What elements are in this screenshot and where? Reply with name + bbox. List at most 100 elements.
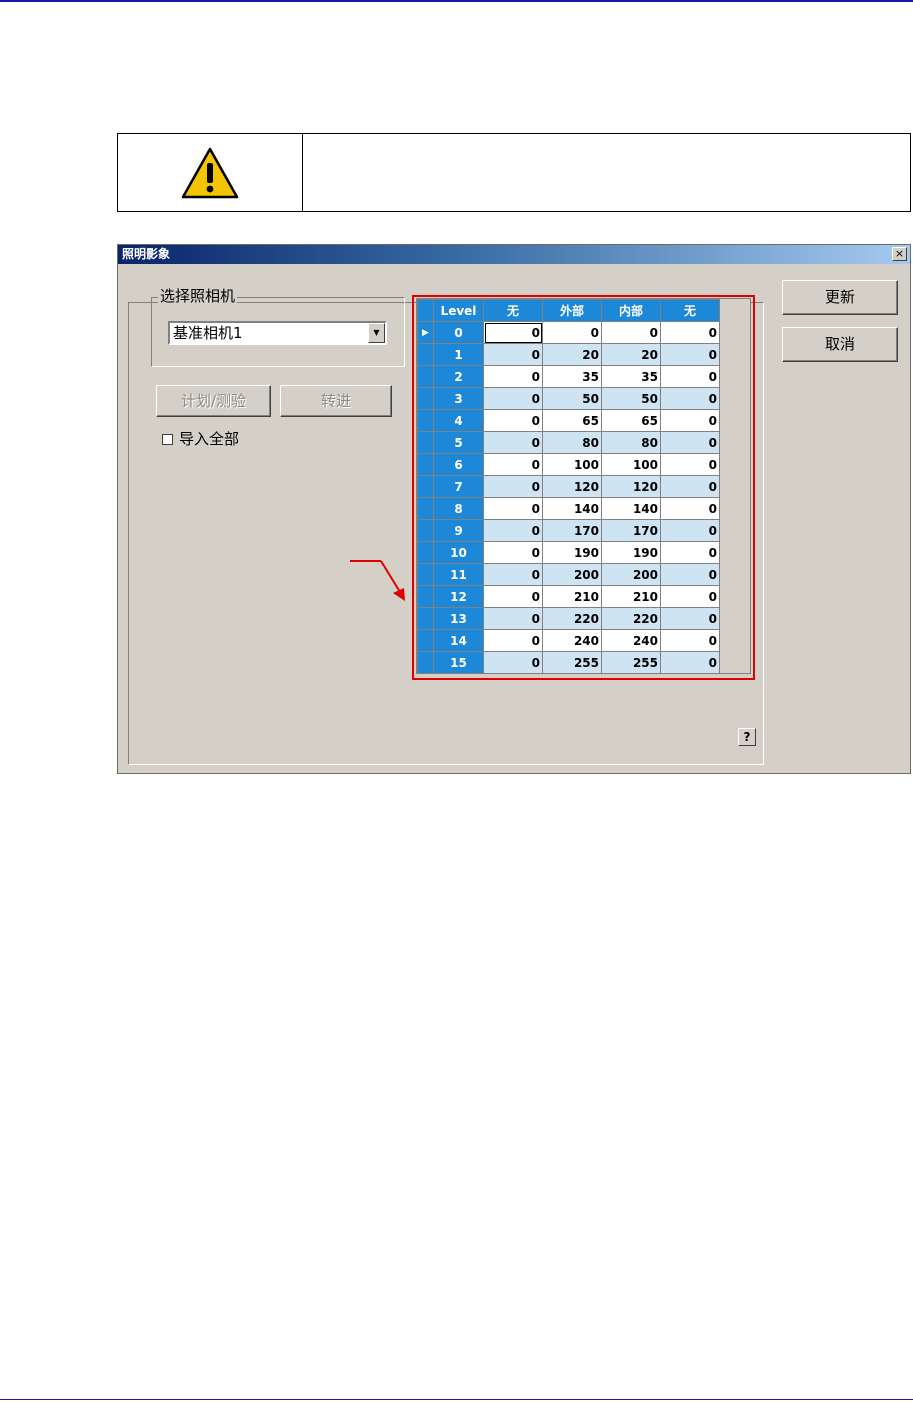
value-cell[interactable]: 0 <box>660 343 720 366</box>
table-row[interactable]: ▶ 0 0 0 0 0 <box>417 321 720 344</box>
value-cell[interactable]: 220 <box>542 607 602 630</box>
row-indicator[interactable] <box>417 387 434 410</box>
import-all-row[interactable]: 导入全部 <box>162 429 239 449</box>
value-cell[interactable]: 190 <box>601 541 661 564</box>
camera-select[interactable]: 基准相机1 ▼ <box>168 321 387 345</box>
value-cell[interactable]: 65 <box>601 409 661 432</box>
value-cell[interactable]: 0 <box>483 409 543 432</box>
value-cell[interactable]: 0 <box>483 629 543 652</box>
value-cell[interactable]: 170 <box>601 519 661 542</box>
value-cell[interactable]: 0 <box>483 365 543 388</box>
table-row[interactable]: 10 0 190 190 0 <box>417 541 720 564</box>
table-row[interactable]: 11 0 200 200 0 <box>417 563 720 586</box>
level-cell[interactable]: 12 <box>433 585 484 608</box>
column-header[interactable]: 无 <box>483 299 543 322</box>
row-indicator[interactable] <box>417 453 434 476</box>
value-cell[interactable]: 210 <box>601 585 661 608</box>
update-button[interactable]: 更新 <box>782 280 898 315</box>
value-cell[interactable]: 20 <box>542 343 602 366</box>
value-cell[interactable]: 0 <box>483 321 543 344</box>
value-cell[interactable]: 0 <box>483 475 543 498</box>
level-cell[interactable]: 11 <box>433 563 484 586</box>
level-cell[interactable]: 9 <box>433 519 484 542</box>
value-cell[interactable]: 0 <box>483 607 543 630</box>
row-indicator[interactable] <box>417 563 434 586</box>
value-cell[interactable]: 120 <box>542 475 602 498</box>
level-cell[interactable]: 13 <box>433 607 484 630</box>
value-cell[interactable]: 0 <box>660 519 720 542</box>
plan-inspect-button[interactable]: 计划/测验 <box>156 385 271 417</box>
level-cell[interactable]: 1 <box>433 343 484 366</box>
row-indicator[interactable] <box>417 541 434 564</box>
column-header[interactable]: 无 <box>660 299 720 322</box>
table-row[interactable]: 14 0 240 240 0 <box>417 629 720 652</box>
table-row[interactable]: 1 0 20 20 0 <box>417 343 720 366</box>
value-cell[interactable]: 0 <box>660 541 720 564</box>
value-cell[interactable]: 255 <box>542 651 602 674</box>
level-cell[interactable]: 7 <box>433 475 484 498</box>
value-cell[interactable]: 0 <box>660 321 720 344</box>
level-cell[interactable]: 15 <box>433 651 484 674</box>
help-button[interactable]: ? <box>738 728 756 746</box>
value-cell[interactable]: 0 <box>660 365 720 388</box>
value-cell[interactable]: 210 <box>542 585 602 608</box>
level-cell[interactable]: 5 <box>433 431 484 454</box>
value-cell[interactable]: 0 <box>483 651 543 674</box>
level-cell[interactable]: 6 <box>433 453 484 476</box>
level-cell[interactable]: 4 <box>433 409 484 432</box>
level-cell[interactable]: 8 <box>433 497 484 520</box>
value-cell[interactable]: 50 <box>601 387 661 410</box>
title-bar[interactable]: 照明影象 × <box>118 245 910 264</box>
value-cell[interactable]: 20 <box>601 343 661 366</box>
value-cell[interactable]: 0 <box>660 497 720 520</box>
value-cell[interactable]: 50 <box>542 387 602 410</box>
value-cell[interactable]: 35 <box>542 365 602 388</box>
value-cell[interactable]: 0 <box>660 453 720 476</box>
row-indicator[interactable] <box>417 585 434 608</box>
value-cell[interactable]: 200 <box>542 563 602 586</box>
transfer-button[interactable]: 转进 <box>280 385 392 417</box>
value-cell[interactable]: 255 <box>601 651 661 674</box>
row-indicator[interactable] <box>417 607 434 630</box>
table-row[interactable]: 3 0 50 50 0 <box>417 387 720 410</box>
value-cell[interactable]: 170 <box>542 519 602 542</box>
value-cell[interactable]: 140 <box>601 497 661 520</box>
close-button[interactable]: × <box>892 247 907 261</box>
value-cell[interactable]: 0 <box>660 651 720 674</box>
value-cell[interactable]: 0 <box>483 431 543 454</box>
table-row[interactable]: 13 0 220 220 0 <box>417 607 720 630</box>
value-cell[interactable]: 0 <box>483 453 543 476</box>
row-indicator[interactable] <box>417 475 434 498</box>
table-row[interactable]: 6 0 100 100 0 <box>417 453 720 476</box>
value-cell[interactable]: 200 <box>601 563 661 586</box>
row-indicator[interactable] <box>417 431 434 454</box>
current-row-indicator-icon[interactable]: ▶ <box>417 321 434 344</box>
value-cell[interactable]: 80 <box>601 431 661 454</box>
value-cell[interactable]: 0 <box>483 563 543 586</box>
row-indicator[interactable] <box>417 519 434 542</box>
table-row[interactable]: 7 0 120 120 0 <box>417 475 720 498</box>
value-cell[interactable]: 0 <box>660 585 720 608</box>
chevron-down-icon[interactable]: ▼ <box>368 323 385 343</box>
column-header[interactable]: 外部 <box>542 299 602 322</box>
value-cell[interactable]: 220 <box>601 607 661 630</box>
row-indicator[interactable] <box>417 629 434 652</box>
value-cell[interactable]: 0 <box>660 431 720 454</box>
row-indicator[interactable] <box>417 409 434 432</box>
value-cell[interactable]: 0 <box>660 475 720 498</box>
value-cell[interactable]: 0 <box>483 585 543 608</box>
value-cell[interactable]: 65 <box>542 409 602 432</box>
level-cell[interactable]: 10 <box>433 541 484 564</box>
value-cell[interactable]: 240 <box>601 629 661 652</box>
value-cell[interactable]: 0 <box>542 321 602 344</box>
value-cell[interactable]: 0 <box>483 541 543 564</box>
value-cell[interactable]: 0 <box>660 629 720 652</box>
value-cell[interactable]: 140 <box>542 497 602 520</box>
level-cell[interactable]: 14 <box>433 629 484 652</box>
value-cell[interactable]: 35 <box>601 365 661 388</box>
value-cell[interactable]: 120 <box>601 475 661 498</box>
value-cell[interactable]: 0 <box>483 497 543 520</box>
value-cell[interactable]: 190 <box>542 541 602 564</box>
table-row[interactable]: 12 0 210 210 0 <box>417 585 720 608</box>
value-cell[interactable]: 0 <box>660 563 720 586</box>
